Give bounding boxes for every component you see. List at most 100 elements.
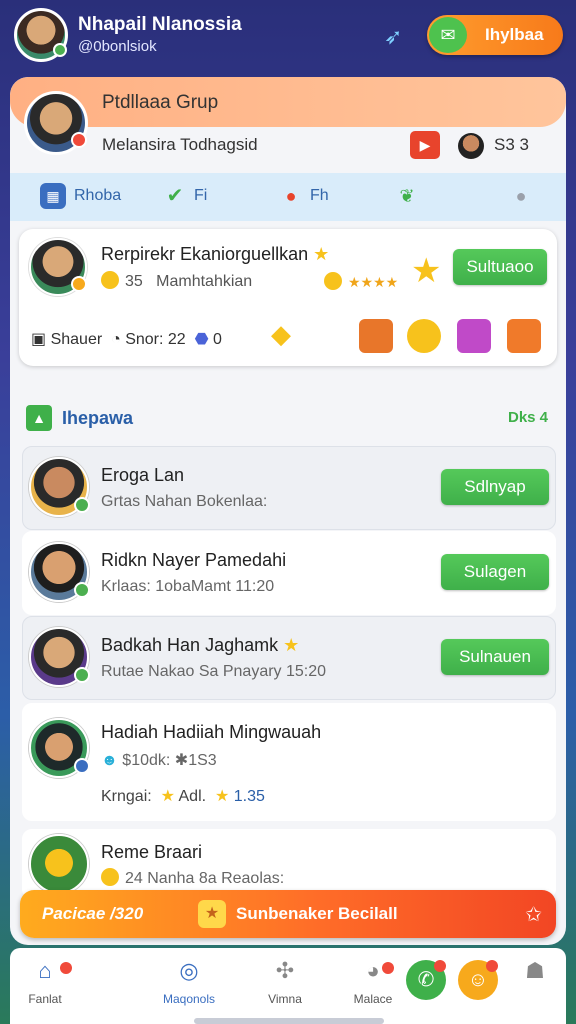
notification-badge — [60, 962, 72, 974]
featured-stats-row: ▣ Shauer ◔ Snor: 22 ⬣ 0 — [31, 329, 222, 349]
online-status-dot — [74, 667, 90, 683]
stats-b: 1.35 — [233, 788, 265, 805]
list-avatar[interactable] — [29, 627, 90, 687]
star-icon: ★ — [160, 788, 175, 805]
member-avatar[interactable] — [458, 133, 484, 159]
bottom-nav: ⌂ Fanlat ◎ Maqonols ✣ Vimna ◕ Malace ✆ ☺… — [10, 948, 566, 1024]
list-item[interactable]: Ridkn Nayer Pamedahi Krlaas: 1obaMamt 11… — [22, 531, 556, 615]
profile-icon: ☗ — [525, 958, 545, 983]
list-item-title: Hadiah Hadiiah Mingwauah — [101, 722, 322, 742]
list-item-button[interactable]: Sulagen — [441, 554, 549, 590]
featured-subtitle: 35 Mamhtahkian — [101, 271, 252, 291]
featured-avatar[interactable] — [29, 238, 87, 296]
user-name: Nhapail Nlanossia — [78, 14, 242, 35]
list-item-title: Eroga Lan — [101, 465, 185, 485]
filter-fh[interactable]: Fh — [310, 187, 329, 205]
list-item-subtitle: 24 Nanha 8a Reaolas: — [101, 868, 284, 888]
featured-action-button[interactable]: Sultuaoo — [453, 249, 547, 285]
bell-icon[interactable]: ◆ — [271, 319, 305, 353]
chat-icon: ✉ — [429, 17, 467, 53]
list-item-title: Reme Braari — [101, 842, 203, 862]
featured-card[interactable]: Rerpirekr Ekaniorguellkan ★ 35 Mamhtahki… — [19, 229, 557, 366]
status-dot — [71, 132, 87, 148]
featured-count: 0 — [212, 331, 222, 348]
star-icon: ★ — [214, 788, 230, 805]
featured-coins: 35 — [125, 273, 143, 290]
nav-messages[interactable]: ◎ Maqonols — [144, 956, 234, 1006]
featured-row-label: Shauer — [50, 331, 103, 348]
group-icon: ◎ — [179, 958, 199, 983]
list-item-subtitle: Krlaas: 1obaMamt 11:20 — [101, 578, 275, 595]
online-status-dot — [74, 582, 90, 598]
list-item-button[interactable]: Sulnauen — [441, 639, 549, 675]
smile-icon: ☻ — [101, 752, 118, 769]
group-avatar[interactable] — [24, 91, 88, 155]
list-item-subtitle-text: 24 Nanha 8a Reaolas: — [125, 870, 285, 887]
header-action-label: Ihylbaa — [485, 25, 544, 44]
list-item-subtitle: ☻ $10dk: ✱1S3 — [101, 750, 217, 770]
list-avatar[interactable] — [29, 834, 89, 894]
list-item-button[interactable]: Sdlnyap — [441, 469, 549, 505]
nav-profile[interactable]: ☗ — [490, 956, 576, 986]
gem-icon: ⬣ — [194, 331, 209, 348]
gift-box-icon[interactable] — [359, 319, 393, 353]
list-item-title: Badkah Han Jaghamk ★ — [101, 635, 299, 656]
leaf-icon[interactable]: ❦ — [394, 183, 420, 209]
list-item[interactable]: Eroga Lan Grtas Nahan Bokenlaa: Sdlnyap — [22, 446, 556, 530]
featured-score: Snor: 22 — [125, 331, 186, 348]
member-count: S3 3 — [494, 135, 529, 154]
nav-vimna-label: Vimna — [268, 992, 302, 1006]
person-icon[interactable]: ● — [508, 183, 534, 209]
list-item-subtitle-text: $10dk: ✱1S3 — [122, 752, 217, 769]
group-subtitle: Melansira Todhagsid — [102, 135, 258, 154]
rocket-icon[interactable]: ➶ — [384, 24, 410, 50]
note-icon: ▣ — [31, 331, 47, 348]
stats-a: Adl. — [178, 788, 207, 805]
featured-subtitle-text: Mamhtahkian — [156, 273, 253, 290]
play-icon[interactable]: ▶ — [410, 131, 440, 159]
lollipop-icon[interactable]: ● — [278, 183, 304, 209]
nav-malace[interactable]: ◕ Malace — [328, 956, 418, 1006]
coin-icon — [101, 868, 119, 886]
nav-home[interactable]: ⌂ Fanlat — [0, 956, 90, 1006]
list-item[interactable]: Reme Braari 24 Nanha 8a Reaolas: — [22, 829, 556, 899]
check-heart-icon[interactable]: ✔ — [162, 183, 188, 209]
star-outline-icon[interactable]: ✩ — [525, 902, 542, 927]
list-item-subtitle: Rutae Nakao Sa Pnayary 15:20 — [101, 663, 327, 680]
gift-box-icon[interactable] — [457, 319, 491, 353]
list-item-title-text: Badkah Han Jaghamk — [101, 635, 279, 655]
app-header: Nhapail Nlanossia @0bonlsiok ➶ ✉ Ihylbaa — [0, 0, 576, 72]
group-title: Ptdllaaa Grup — [102, 92, 219, 113]
nav-vimna[interactable]: ✣ Vimna — [240, 956, 330, 1006]
online-status-dot — [53, 43, 67, 57]
calendar-icon[interactable]: ▦ — [40, 183, 66, 209]
gift-box-icon[interactable] — [507, 319, 541, 353]
section-title: Ihepawa — [62, 408, 134, 428]
home-indicator — [194, 1018, 384, 1024]
promo-left-text: Pacicae /320 — [42, 904, 144, 923]
filter-fi[interactable]: Fi — [194, 187, 207, 205]
coin-icon — [101, 271, 119, 289]
user-avatar[interactable] — [14, 8, 68, 62]
filter-rhoba[interactable]: Rhoba — [74, 187, 121, 205]
section-count[interactable]: Dks 4 — [508, 409, 548, 426]
rating-stars: ★★★★ — [324, 272, 398, 291]
promo-banner[interactable]: Pacicae /320 ★ Sunbenaker Becilall ✩ — [20, 890, 556, 938]
list-avatar[interactable] — [29, 718, 90, 778]
big-star-icon: ★ — [411, 252, 442, 290]
list-avatar[interactable] — [29, 542, 90, 602]
filter-bar: ▦ Rhoba ✔ Fi ● Fh ❦ ● — [10, 173, 566, 309]
home-icon: ⌂ — [38, 958, 52, 983]
star-icon: ★ — [283, 635, 300, 655]
list-item[interactable]: Badkah Han Jaghamk ★ Rutae Nakao Sa Pnay… — [22, 616, 556, 700]
user-handle: @0bonlsiok — [78, 38, 157, 55]
main-panel: Ptdllaaa Grup Melansira Todhagsid ▶ S3 3… — [10, 77, 566, 945]
header-action-button[interactable]: ✉ Ihylbaa — [427, 15, 563, 55]
gift-icon: ★ — [198, 900, 226, 928]
list-avatar[interactable] — [29, 457, 90, 517]
notification-badge — [434, 960, 446, 972]
gold-coin-icon[interactable] — [407, 319, 441, 353]
coin-icon — [324, 272, 342, 290]
list-item[interactable]: Hadiah Hadiiah Mingwauah ☻ $10dk: ✱1S3 K… — [22, 703, 556, 821]
group-header: Ptdllaaa Grup — [10, 77, 566, 127]
